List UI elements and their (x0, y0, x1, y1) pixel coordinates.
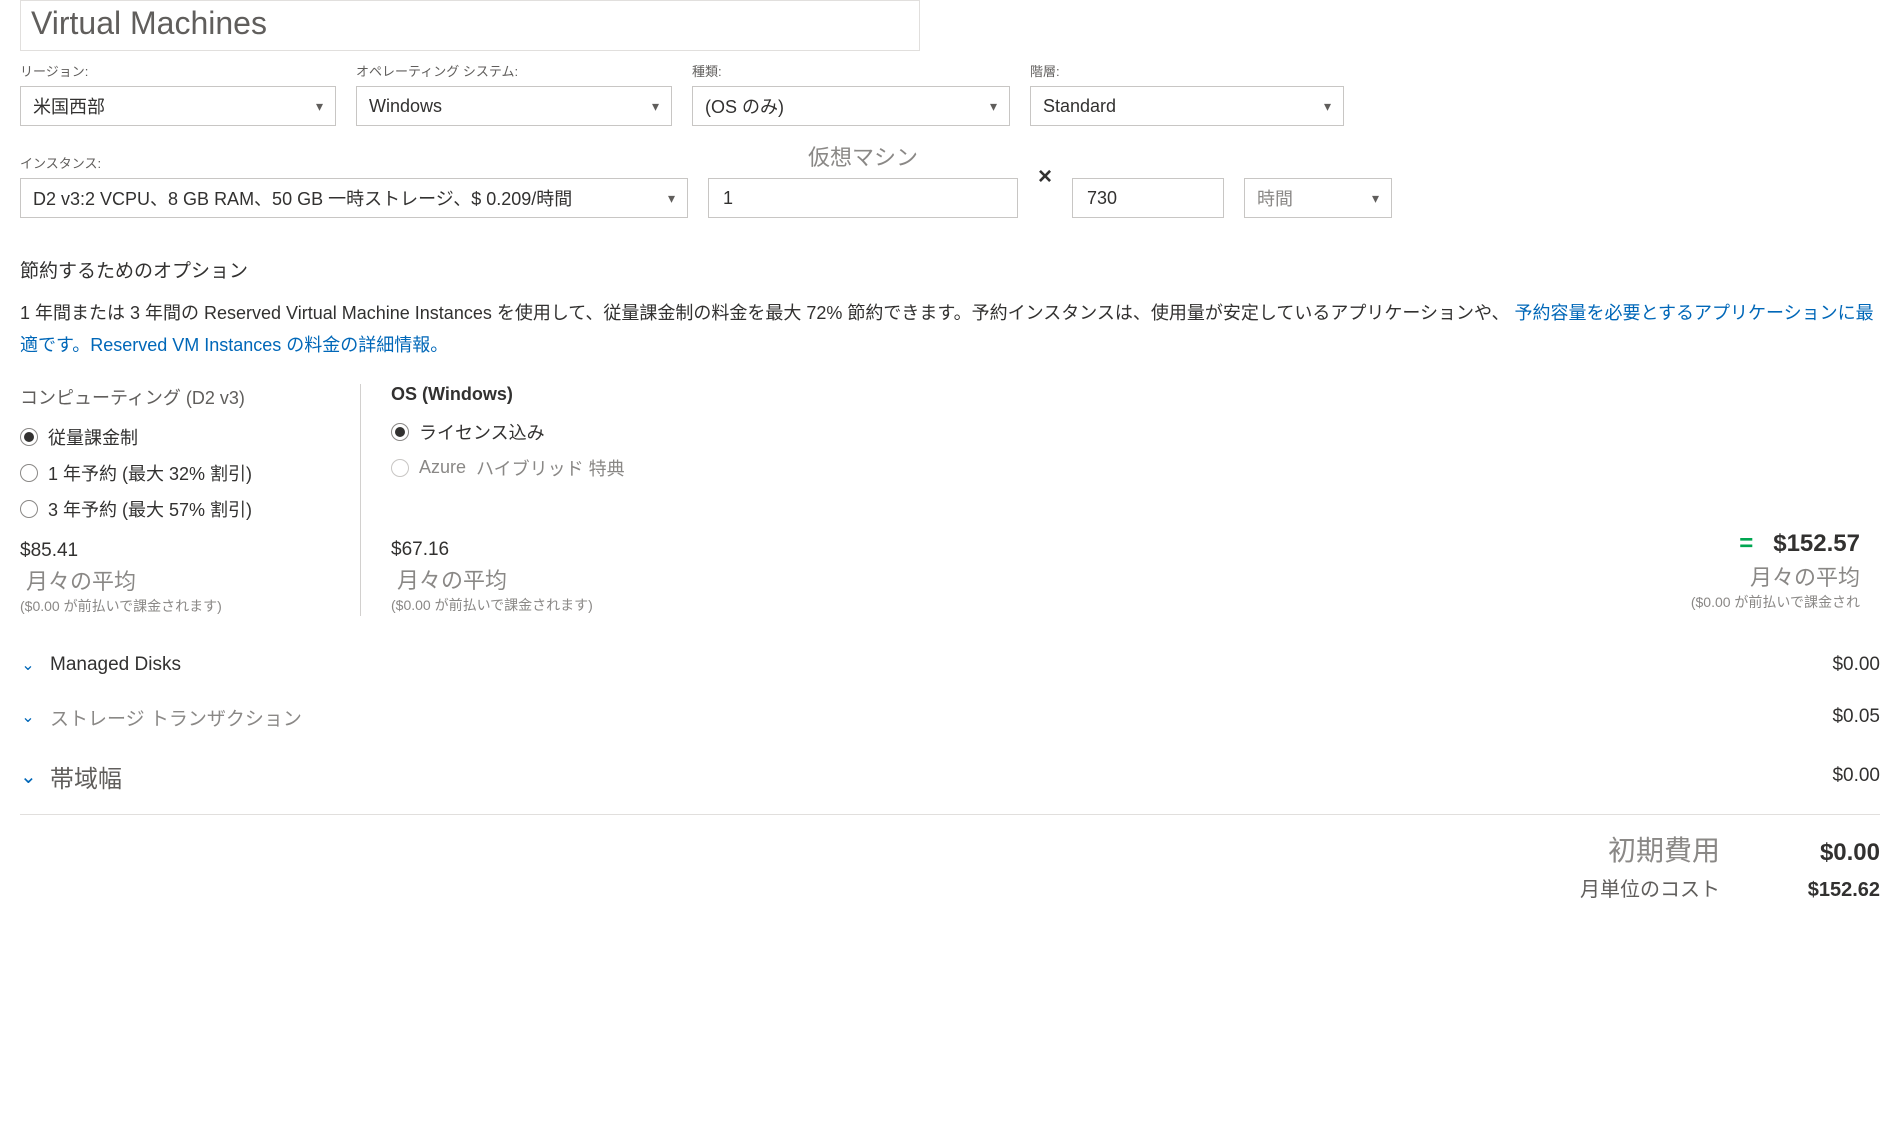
chevron-down-icon: ▾ (990, 98, 997, 115)
subtotal-line: = $152.57 (700, 530, 1860, 558)
acc-storage-tx[interactable]: ⌄ ストレージ トランザクション $0.05 (20, 690, 1880, 745)
instance-value: D2 v3:2 VCPU、8 GB RAM、50 GB 一時ストレージ、$ 0.… (33, 185, 572, 211)
acc-disks-amount: $0.00 (1832, 654, 1880, 676)
radio-icon (391, 459, 409, 477)
acc-bandwidth[interactable]: ⌄ 帯域幅 $0.00 (20, 745, 1880, 808)
os-field: オペレーティング システム: Windows ▾ (356, 61, 672, 126)
compute-title: コンピューティング (D2 v3) (20, 384, 340, 410)
chevron-down-icon: ▾ (668, 190, 675, 207)
radio-3yr-label: 3 年予約 (最大 57% 割引) (48, 496, 252, 522)
subtotal-avg: 月々の平均 (700, 560, 1860, 592)
acc-managed-disks[interactable]: ⌄ Managed Disks $0.00 (20, 640, 1880, 690)
os-column: OS (Windows) ライセンス込み Azure ハイブリッド 特典 $67… (360, 384, 700, 616)
totals: 初期費用 $0.00 月単位のコスト $152.62 (20, 829, 1880, 902)
savings-description: 1 年間または 3 年間の Reserved Virtual Machine I… (20, 297, 1880, 362)
radio-icon (391, 423, 409, 441)
region-select[interactable]: 米国西部 ▾ (20, 86, 336, 126)
radio-icon (20, 464, 38, 482)
radio-license-included[interactable]: ライセンス込み (391, 419, 680, 445)
chevron-down-icon: ⌄ (20, 764, 36, 789)
vm-count-field: 仮想マシン (708, 140, 1018, 218)
chevron-down-icon: ⌄ (20, 707, 36, 727)
chevron-down-icon: ▾ (1324, 98, 1331, 115)
hours-input-el[interactable] (1085, 187, 1211, 210)
acc-storage-amount: $0.05 (1832, 706, 1880, 728)
type-label: 種類: (692, 61, 1010, 80)
radio-hybrid-label-b: ハイブリッド 特典 (476, 455, 625, 481)
config-row-1: リージョン: 米国西部 ▾ オペレーティング システム: Windows ▾ 種… (20, 61, 1880, 126)
subtotal-column: = $152.57 月々の平均 ($0.00 が前払いで課金され (700, 530, 1880, 616)
savings-heading: 節約するためのオプション (20, 256, 1880, 283)
acc-disks-title: Managed Disks (50, 654, 181, 676)
chevron-down-icon: ▾ (316, 98, 323, 115)
tier-field: 階層: Standard ▾ (1030, 61, 1344, 126)
savings-desc-text: 1 年間または 3 年間の Reserved Virtual Machine I… (20, 303, 1509, 323)
radio-license-label: ライセンス込み (419, 419, 545, 445)
time-unit-select[interactable]: 時間 ▾ (1244, 178, 1392, 218)
tier-select[interactable]: Standard ▾ (1030, 86, 1344, 126)
vm-count-input[interactable] (708, 178, 1018, 218)
monthly-cost-row: 月単位のコスト $152.62 (20, 873, 1880, 902)
vm-heading: 仮想マシン (708, 140, 1018, 172)
title-card: Virtual Machines (20, 0, 920, 51)
os-price: $67.16 (391, 539, 680, 561)
type-select[interactable]: (OS のみ) ▾ (692, 86, 1010, 126)
region-field: リージョン: 米国西部 ▾ (20, 61, 336, 126)
os-label: オペレーティング システム: (356, 61, 672, 80)
acc-storage-title: ストレージ トランザクション (50, 704, 302, 731)
initial-cost-label: 初期費用 (1608, 829, 1720, 869)
time-unit-value: 時間 (1257, 185, 1293, 211)
radio-hybrid-benefit[interactable]: Azure ハイブリッド 特典 (391, 455, 680, 481)
radio-payg[interactable]: 従量課金制 (20, 424, 340, 450)
accordion: ⌄ Managed Disks $0.00 ⌄ ストレージ トランザクション $… (20, 640, 1880, 808)
tier-value: Standard (1043, 96, 1116, 117)
compute-upfront: ($0.00 が前払いで課金されます) (20, 596, 340, 616)
type-field: 種類: (OS のみ) ▾ (692, 61, 1010, 126)
region-value: 米国西部 (33, 93, 105, 119)
config-row-2: インスタンス: D2 v3:2 VCPU、8 GB RAM、50 GB 一時スト… (20, 140, 1880, 218)
vm-count-input-el[interactable] (721, 187, 1005, 210)
equals-icon: = (1739, 530, 1753, 558)
region-label: リージョン: (20, 61, 336, 80)
os-upfront: ($0.00 が前払いで課金されます) (391, 595, 680, 615)
tier-label: 階層: (1030, 61, 1344, 80)
instance-select[interactable]: D2 v3:2 VCPU、8 GB RAM、50 GB 一時ストレージ、$ 0.… (20, 178, 688, 218)
acc-bw-title: 帯域幅 (50, 759, 122, 794)
compute-price: $85.41 (20, 540, 340, 562)
monthly-cost-value: $152.62 (1760, 879, 1880, 902)
radio-1yr[interactable]: 1 年予約 (最大 32% 割引) (20, 460, 340, 486)
initial-cost-value: $0.00 (1760, 839, 1880, 867)
page-title: Virtual Machines (31, 5, 909, 42)
divider (20, 814, 1880, 815)
os-value: Windows (369, 96, 442, 117)
subtotal-price: $152.57 (1773, 530, 1860, 558)
multiply-icon: × (1038, 163, 1052, 195)
time-unit-field: 時間 ▾ (1244, 178, 1392, 218)
acc-bw-amount: $0.00 (1832, 765, 1880, 787)
initial-cost-row: 初期費用 $0.00 (20, 829, 1880, 869)
savings-grid: コンピューティング (D2 v3) 従量課金制 1 年予約 (最大 32% 割引… (20, 384, 1880, 616)
chevron-down-icon: ⌄ (20, 655, 36, 675)
os-avg: 月々の平均 (391, 563, 680, 595)
os-select[interactable]: Windows ▾ (356, 86, 672, 126)
hours-field (1072, 178, 1224, 218)
radio-icon (20, 428, 38, 446)
type-value: (OS のみ) (705, 93, 784, 119)
chevron-down-icon: ▾ (652, 98, 659, 115)
radio-payg-label: 従量課金制 (48, 424, 138, 450)
radio-1yr-label: 1 年予約 (最大 32% 割引) (48, 460, 252, 486)
instance-field: インスタンス: D2 v3:2 VCPU、8 GB RAM、50 GB 一時スト… (20, 153, 688, 218)
subtotal-upfront: ($0.00 が前払いで課金され (700, 592, 1860, 612)
radio-hybrid-label-a: Azure (419, 457, 466, 478)
os-col-title: OS (Windows) (391, 384, 680, 405)
radio-3yr[interactable]: 3 年予約 (最大 57% 割引) (20, 496, 340, 522)
chevron-down-icon: ▾ (1372, 190, 1379, 207)
instance-label: インスタンス: (20, 153, 688, 172)
compute-avg: 月々の平均 (20, 564, 340, 596)
monthly-cost-label: 月単位のコスト (1580, 873, 1720, 902)
compute-column: コンピューティング (D2 v3) 従量課金制 1 年予約 (最大 32% 割引… (20, 384, 360, 616)
hours-input[interactable] (1072, 178, 1224, 218)
radio-icon (20, 500, 38, 518)
